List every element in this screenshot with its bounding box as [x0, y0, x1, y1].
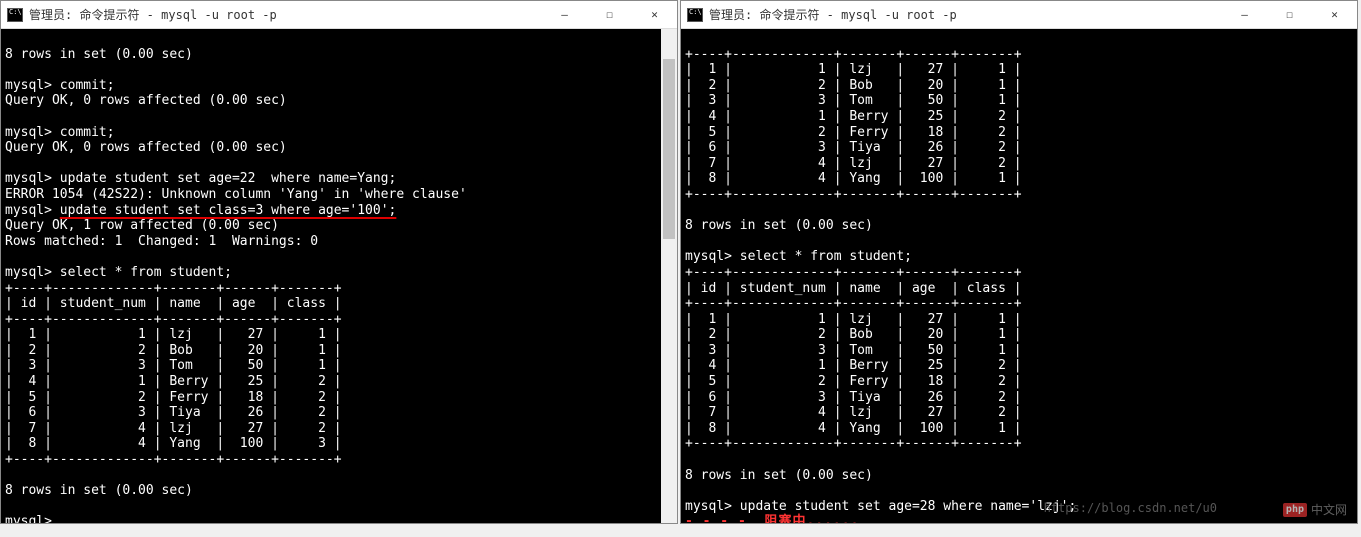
table-border: +----+-------------+-------+------+-----…: [5, 312, 342, 327]
terminal-line: Query OK, 0 rows affected (0.00 sec): [5, 140, 287, 155]
table-row: | 4 | 1 | Berry | 25 | 2 |: [685, 358, 1022, 373]
left-window-buttons: — ☐ ✕: [542, 1, 677, 28]
table-row: | 4 | 1 | Berry | 25 | 2 |: [685, 109, 1022, 124]
terminal-line: 8 rows in set (0.00 sec): [685, 218, 873, 233]
left-scrollbar[interactable]: [661, 29, 677, 523]
minimize-button[interactable]: —: [542, 1, 587, 28]
table-row: | 5 | 2 | Ferry | 18 | 2 |: [685, 125, 1022, 140]
table-row: | 4 | 1 | Berry | 25 | 2 |: [5, 374, 342, 389]
terminal-line: mysql> select * from student;: [5, 265, 232, 280]
right-title-text: 管理员: 命令提示符 - mysql -u root -p: [709, 6, 1222, 23]
table-row: | 3 | 3 | Tom | 50 | 1 |: [685, 343, 1022, 358]
watermark-badge: php: [1283, 503, 1307, 517]
right-window-buttons: — ☐ ✕: [1222, 1, 1357, 28]
table-row: | 8 | 4 | Yang | 100 | 1 |: [685, 421, 1022, 436]
cmd-icon: [687, 8, 703, 22]
table-border: +----+-------------+-------+------+-----…: [5, 452, 342, 467]
left-title-text: 管理员: 命令提示符 - mysql -u root -p: [29, 6, 542, 23]
table-row: | 2 | 2 | Bob | 20 | 1 |: [5, 343, 342, 358]
table-row: | 3 | 3 | Tom | 50 | 1 |: [685, 93, 1022, 108]
left-window: 管理员: 命令提示符 - mysql -u root -p — ☐ ✕ 8 ro…: [0, 0, 678, 524]
table-border: +----+-------------+-------+------+-----…: [685, 187, 1022, 202]
terminal-line: Query OK, 1 row affected (0.00 sec): [5, 218, 279, 233]
right-terminal[interactable]: +----+-------------+-------+------+-----…: [681, 29, 1357, 523]
maximize-button[interactable]: ☐: [587, 1, 632, 28]
table-row: | 7 | 4 | lzj | 27 | 2 |: [685, 405, 1022, 420]
terminal-prompt: mysql>: [5, 203, 60, 218]
table-row: | 5 | 2 | Ferry | 18 | 2 |: [685, 374, 1022, 389]
table-row: | 6 | 3 | Tiya | 26 | 2 |: [685, 390, 1022, 405]
terminal-line: 8 rows in set (0.00 sec): [5, 483, 193, 498]
terminal-line: ERROR 1054 (42S22): Unknown column 'Yang…: [5, 187, 467, 202]
watermark: php 中文网: [1283, 503, 1347, 517]
cmd-icon: [7, 8, 23, 22]
terminal-line: 8 rows in set (0.00 sec): [5, 47, 193, 62]
table-border: +----+-------------+-------+------+-----…: [685, 47, 1022, 62]
right-window: 管理员: 命令提示符 - mysql -u root -p — ☐ ✕ +---…: [680, 0, 1358, 524]
terminal-line: mysql> select * from student;: [685, 249, 912, 264]
table-row: | 8 | 4 | Yang | 100 | 1 |: [685, 171, 1022, 186]
table-row: | 2 | 2 | Bob | 20 | 1 |: [685, 327, 1022, 342]
minimize-button[interactable]: —: [1222, 1, 1267, 28]
table-row: | 5 | 2 | Ferry | 18 | 2 |: [5, 390, 342, 405]
scrollbar-thumb[interactable]: [663, 59, 675, 239]
table-header: | id | student_num | name | age | class …: [5, 296, 342, 311]
table-row: | 7 | 4 | lzj | 27 | 2 |: [685, 156, 1022, 171]
left-titlebar[interactable]: 管理员: 命令提示符 - mysql -u root -p — ☐ ✕: [1, 1, 677, 29]
terminal-line: 8 rows in set (0.00 sec): [685, 468, 873, 483]
terminal-line: Query OK, 0 rows affected (0.00 sec): [5, 93, 287, 108]
red-dash-prefix: - - - -: [685, 514, 764, 523]
terminal-prompt: mysql>: [5, 514, 52, 523]
table-border: +----+-------------+-------+------+-----…: [685, 265, 1022, 280]
terminal-line: mysql> update student set age=28 where n…: [685, 499, 1076, 514]
maximize-button[interactable]: ☐: [1267, 1, 1312, 28]
table-row: | 1 | 1 | lzj | 27 | 1 |: [5, 327, 342, 342]
blocking-annotation: 阻塞中......: [764, 514, 859, 523]
watermark-text: 中文网: [1311, 503, 1347, 517]
terminal-line: mysql> update student set age=22 where n…: [5, 171, 396, 186]
table-row: | 3 | 3 | Tom | 50 | 1 |: [5, 358, 342, 373]
close-button[interactable]: ✕: [1312, 1, 1357, 28]
table-row: | 7 | 4 | lzj | 27 | 2 |: [5, 421, 342, 436]
close-button[interactable]: ✕: [632, 1, 677, 28]
table-row: | 1 | 1 | lzj | 27 | 1 |: [685, 312, 1022, 327]
table-border: +----+-------------+-------+------+-----…: [685, 436, 1022, 451]
terminal-line: mysql> commit;: [5, 78, 115, 93]
right-titlebar[interactable]: 管理员: 命令提示符 - mysql -u root -p — ☐ ✕: [681, 1, 1357, 29]
table-row: | 8 | 4 | Yang | 100 | 3 |: [5, 436, 342, 451]
underlined-command: update student set class=3 where age='10…: [60, 203, 397, 218]
table-border: +----+-------------+-------+------+-----…: [685, 296, 1022, 311]
left-terminal[interactable]: 8 rows in set (0.00 sec) mysql> commit; …: [1, 29, 677, 523]
table-row: | 6 | 3 | Tiya | 26 | 2 |: [5, 405, 342, 420]
table-row: | 2 | 2 | Bob | 20 | 1 |: [685, 78, 1022, 93]
terminal-line: mysql> commit;: [5, 125, 115, 140]
table-border: +----+-------------+-------+------+-----…: [5, 281, 342, 296]
table-row: | 1 | 1 | lzj | 27 | 1 |: [685, 62, 1022, 77]
terminal-line: Rows matched: 1 Changed: 1 Warnings: 0: [5, 234, 318, 249]
table-row: | 6 | 3 | Tiya | 26 | 2 |: [685, 140, 1022, 155]
faint-url: https://blog.csdn.net/u0: [1044, 501, 1217, 515]
table-header: | id | student_num | name | age | class …: [685, 281, 1022, 296]
